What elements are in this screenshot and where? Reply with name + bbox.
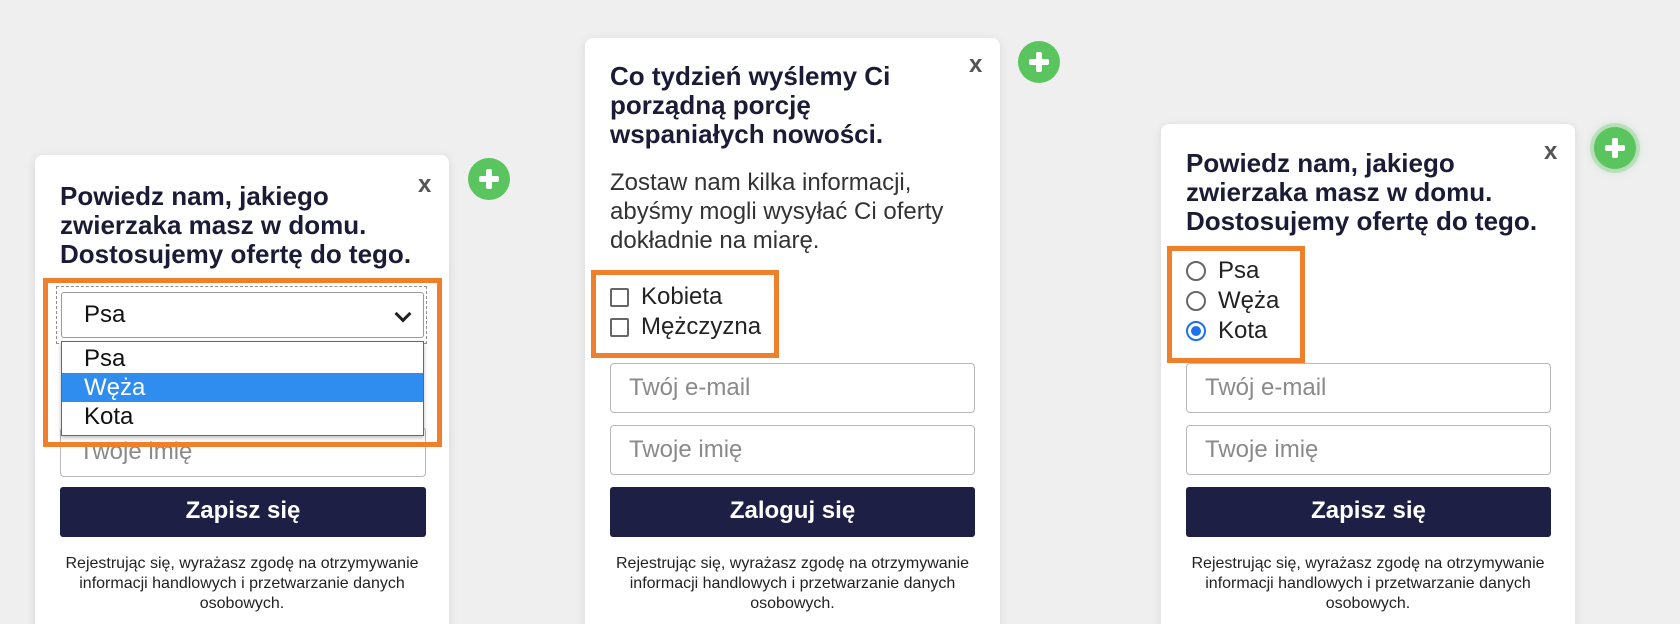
checkbox-icon[interactable] <box>610 287 629 307</box>
close-icon[interactable]: x <box>418 173 431 197</box>
radio-icon[interactable] <box>1186 261 1206 281</box>
card-title: Powiedz nam, jakiego zwierzaka masz w do… <box>1186 148 1538 236</box>
checkbox-icon[interactable] <box>610 317 629 337</box>
pet-select-value: Psa <box>84 301 126 328</box>
subscribe-button[interactable]: Zapisz się <box>60 487 426 537</box>
signup-card-gender: x Co tydzień wyślemy Ci porządną porcję … <box>585 38 1000 624</box>
subscribe-button[interactable]: Zapisz się <box>1186 487 1551 537</box>
option-kota[interactable]: Kota <box>62 402 423 431</box>
card-description: Zostaw nam kilka informacji, abyśmy mogl… <box>610 169 944 254</box>
close-icon[interactable]: x <box>1544 140 1557 164</box>
radio-weza[interactable]: Węża <box>1186 287 1279 315</box>
consent-text: Rejestrując się, wyrażasz zgodę na otrzy… <box>65 555 419 612</box>
name-input[interactable]: Twoje imię <box>610 425 975 475</box>
email-input[interactable]: Twój e-mail <box>1186 363 1551 413</box>
pet-select[interactable]: Psa <box>61 292 424 338</box>
name-input[interactable]: Twoje imię <box>1186 425 1551 475</box>
consent-text: Rejestrując się, wyrażasz zgodę na otrzy… <box>1191 555 1545 612</box>
checkbox-mezczyzna[interactable]: Mężczyzna <box>610 313 761 341</box>
add-icon[interactable] <box>468 158 510 200</box>
add-icon[interactable] <box>1018 41 1060 83</box>
close-icon[interactable]: x <box>969 53 982 77</box>
chevron-down-icon <box>394 305 412 323</box>
radio-kota[interactable]: Kota <box>1186 317 1267 345</box>
radio-psa[interactable]: Psa <box>1186 257 1259 285</box>
card-title: Co tydzień wyślemy Ci porządną porcję ws… <box>610 61 891 149</box>
radio-icon[interactable] <box>1186 291 1206 311</box>
option-psa[interactable]: Psa <box>62 344 423 373</box>
checkbox-kobieta[interactable]: Kobieta <box>610 283 722 311</box>
signup-card-pet-radio: x Powiedz nam, jakiego zwierzaka masz w … <box>1161 124 1575 624</box>
card-title: Powiedz nam, jakiego zwierzaka masz w do… <box>60 181 412 269</box>
email-input[interactable]: Twój e-mail <box>610 363 975 413</box>
option-weza[interactable]: Węża <box>62 373 423 402</box>
radio-checked-icon[interactable] <box>1186 321 1206 341</box>
pet-select-dropdown[interactable]: Psa Węża Kota <box>61 341 424 436</box>
add-icon[interactable] <box>1594 127 1636 169</box>
consent-text: Rejestrując się, wyrażasz zgodę na otrzy… <box>615 555 970 612</box>
login-button[interactable]: Zaloguj się <box>610 487 975 537</box>
